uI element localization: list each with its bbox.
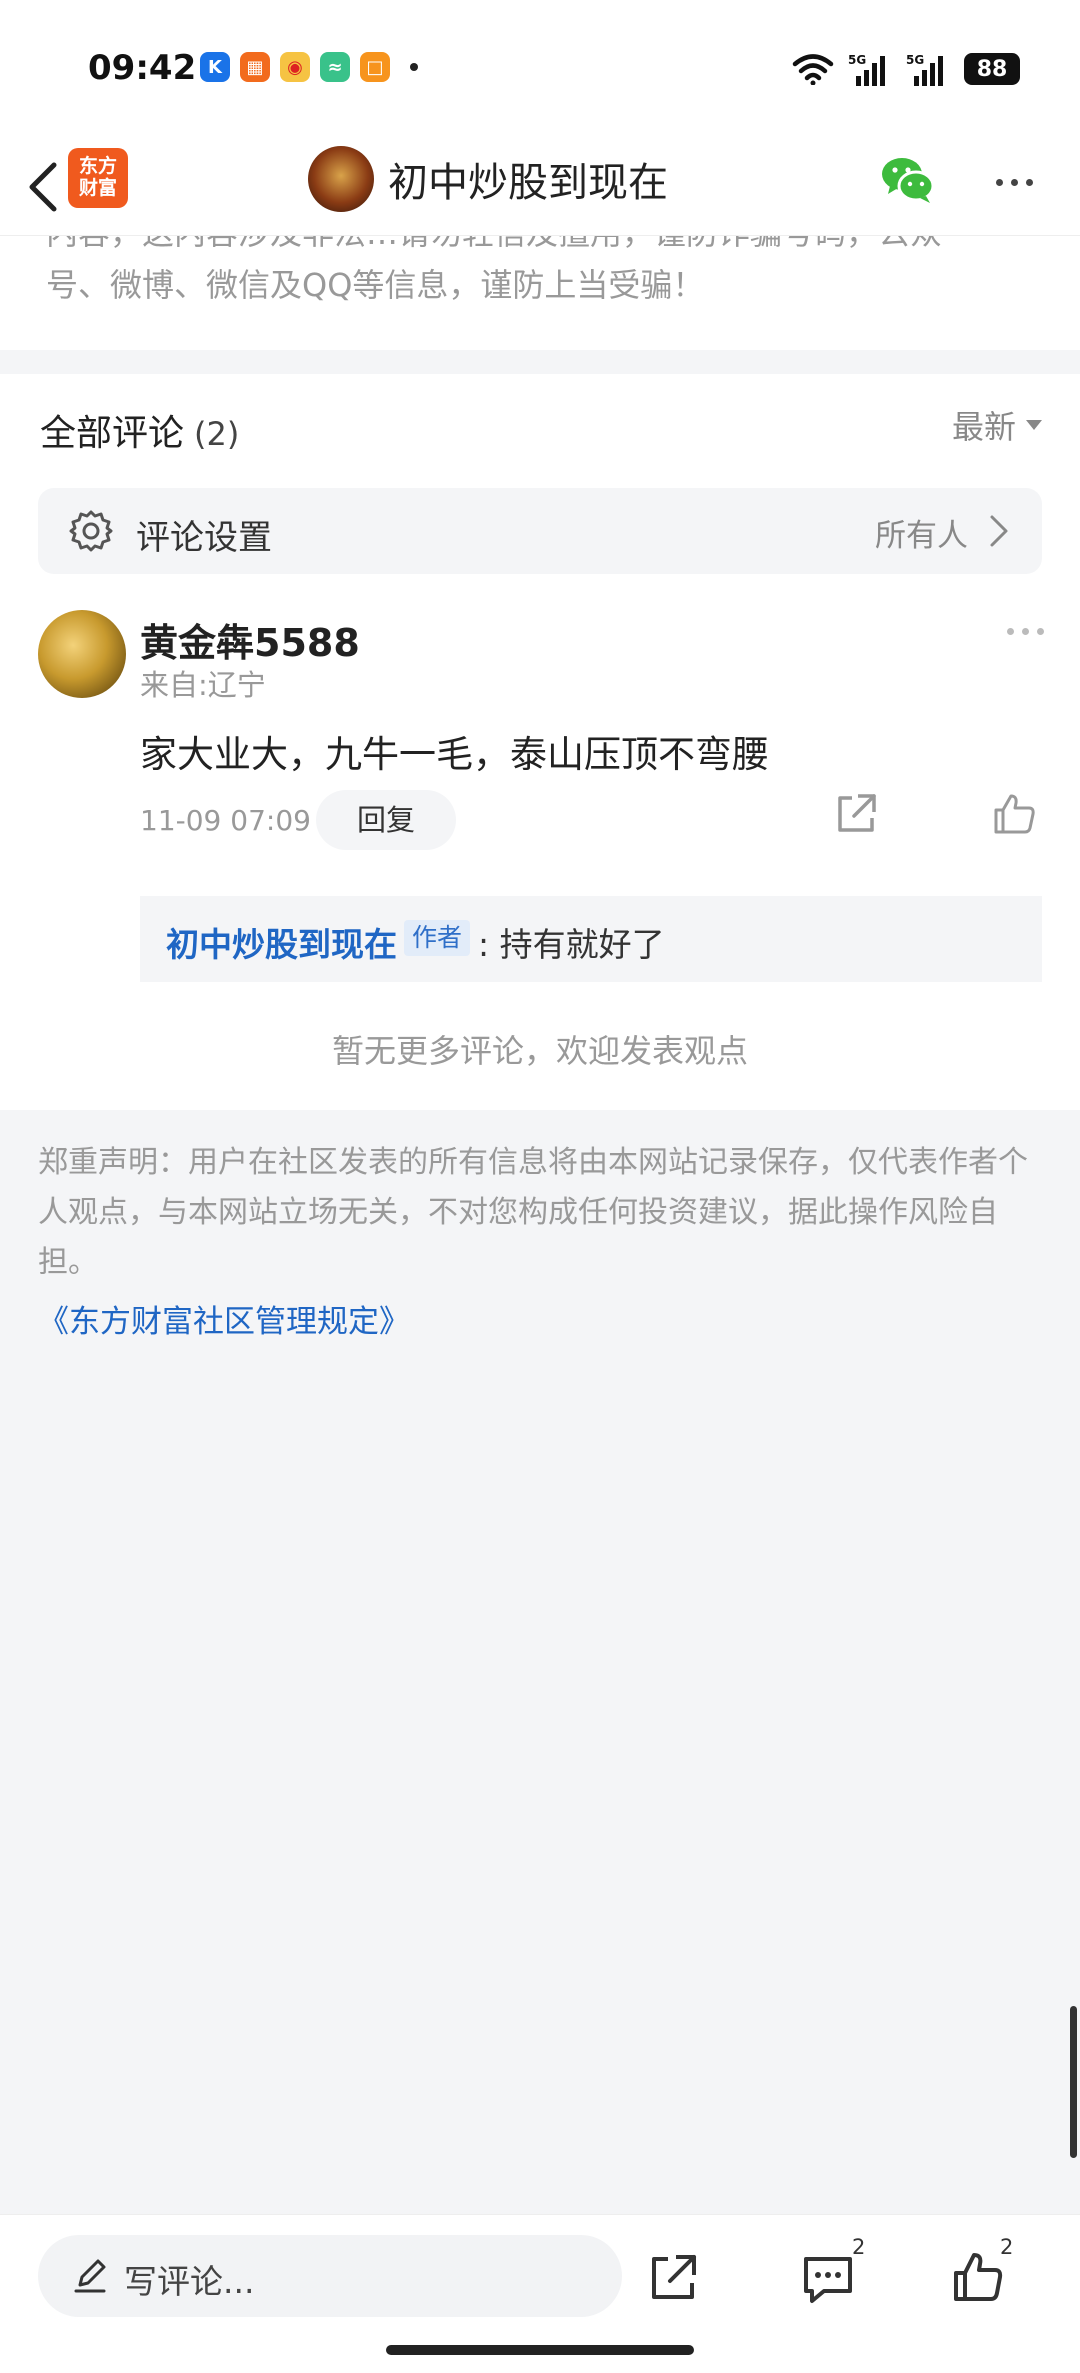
notice-text-line1: 内容，这内容涉及非法…请勿轻信及擅用，谨防诈骗号码，公众 (46, 236, 942, 254)
comments-header: 全部评论 (2) (40, 404, 239, 456)
home-indicator[interactable] (386, 2345, 694, 2355)
comment-icon[interactable] (800, 2251, 860, 2307)
app-grid-icon: ▦ (240, 52, 270, 82)
author-badge: 作者 (404, 920, 471, 956)
green-app-icon: ≈ (320, 52, 350, 82)
battery-icon: 88 (964, 53, 1020, 85)
back-button[interactable] (18, 150, 68, 224)
gear-icon (69, 510, 113, 552)
comment-count-badge: 2 (852, 2235, 866, 2259)
caret-down-icon (1026, 420, 1042, 430)
page-title: 初中炒股到现在 (388, 160, 668, 206)
reply-item: 初中炒股到现在 作者 : 持有就好了 (140, 896, 1042, 982)
comment-more-button[interactable] (1007, 628, 1044, 635)
nav-bar: 东方 财富 初中炒股到现在 (0, 140, 1080, 236)
orange-app-icon: □ (360, 52, 390, 82)
like-count-badge: 2 (1000, 2235, 1014, 2259)
pencil-icon (74, 2259, 106, 2293)
logo-text-1: 东方 (78, 155, 117, 177)
thumbs-up-icon[interactable] (990, 790, 1038, 838)
comment-settings-row[interactable]: 评论设置 所有人 (38, 488, 1042, 574)
more-notifications-dot (410, 63, 418, 71)
disclaimer-text: 郑重声明：用户在社区发表的所有信息将由本网站记录保存，仅代表作者个人观点，与本网… (38, 1145, 1028, 1280)
share-icon[interactable] (646, 2251, 700, 2305)
chevron-right-icon (990, 515, 1008, 547)
system-icons: 5G 5G 88 (792, 52, 1020, 86)
community-rules-link[interactable]: 《东方财富社区管理规定》 (38, 1296, 410, 1341)
share-icon[interactable] (832, 790, 880, 838)
sort-dropdown[interactable]: 最新 (952, 402, 1042, 448)
status-bar: 09:42 K ▦ ◉ ≈ □ 5G 5G 88 (0, 0, 1080, 140)
settings-value: 所有人 (875, 518, 968, 554)
nav-author[interactable]: 初中炒股到现在 (308, 144, 668, 214)
comment-text: 家大业大，九牛一毛，泰山压顶不弯腰 (140, 733, 769, 776)
status-time: 09:42 (88, 48, 197, 88)
comments-title: 全部评论 (40, 413, 185, 454)
write-comment-input[interactable]: 写评论... (38, 2235, 622, 2317)
reply-author[interactable]: 初中炒股到现在 (166, 918, 397, 966)
svg-text:5G: 5G (848, 53, 866, 67)
wechat-icon[interactable] (878, 150, 938, 210)
commenter-name[interactable]: 黄金犇5588 (140, 612, 360, 667)
no-more-comments: 暂无更多评论，欢迎发表观点 (331, 1032, 748, 1070)
more-dot (1010, 178, 1018, 186)
reply-button[interactable]: 回复 (316, 790, 456, 850)
more-dot (1022, 628, 1029, 635)
logo-text-2: 财富 (78, 177, 117, 199)
comments-count: (2) (194, 415, 240, 453)
scrollbar[interactable] (1070, 2006, 1077, 2158)
signal-5g-icon-2: 5G (906, 53, 943, 86)
k-app-icon: K (200, 52, 230, 82)
reply-text: : 持有就好了 (478, 925, 665, 964)
eastmoney-logo[interactable]: 东方 财富 (68, 148, 128, 208)
author-avatar[interactable] (308, 146, 374, 212)
comment-time: 11-09 07:09 (140, 804, 311, 837)
chevron-left-icon (29, 162, 57, 212)
wifi-icon (792, 54, 834, 85)
bottom-bar: 写评论... 2 2 (0, 2214, 1080, 2373)
settings-label: 评论设置 (136, 518, 272, 558)
thumbs-up-icon[interactable] (950, 2249, 1006, 2305)
more-dot (1037, 628, 1044, 635)
commenter-avatar[interactable] (38, 610, 126, 698)
commenter-location: 来自:辽宁 (140, 668, 266, 702)
weibo-icon: ◉ (280, 52, 310, 82)
sort-label: 最新 (951, 408, 1016, 446)
more-dot (995, 178, 1003, 186)
signal-5g-icon: 5G (848, 53, 885, 86)
svg-text:5G: 5G (906, 53, 924, 67)
write-comment-placeholder: 写评论... (124, 2262, 255, 2301)
scam-notice: 内容，这内容涉及非法…请勿轻信及擅用，谨防诈骗号码，公众 号、微博、微信及QQ等… (0, 236, 1080, 350)
more-dot (1007, 628, 1014, 635)
comments-section: 全部评论 (2) 最新 评论设置 所有人 黄金犇5588 来自:辽宁 家大业大，九… (0, 374, 1080, 1110)
notification-icons: K ▦ ◉ ≈ □ (200, 52, 418, 82)
more-dot (1025, 178, 1033, 186)
more-button[interactable] (984, 162, 1044, 202)
notice-text-line2: 号、微博、微信及QQ等信息，谨防上当受骗！ (46, 266, 705, 304)
